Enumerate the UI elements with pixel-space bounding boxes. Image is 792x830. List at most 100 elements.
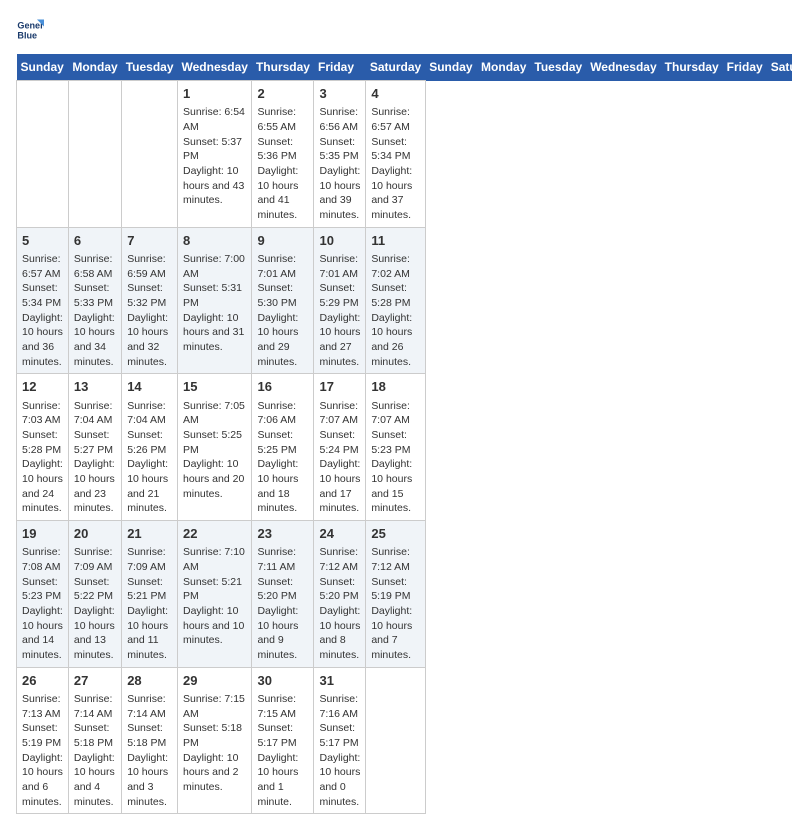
sunrise-text: Sunrise: 7:06 AM bbox=[257, 399, 308, 428]
calendar-day-header: Saturday bbox=[366, 54, 425, 81]
daylight-text: Daylight: 10 hours and 1 minute. bbox=[257, 751, 308, 810]
sunset-text: Sunset: 5:27 PM bbox=[74, 428, 116, 457]
day-number: 31 bbox=[319, 672, 360, 690]
calendar-header-row: SundayMondayTuesdayWednesdayThursdayFrid… bbox=[17, 54, 792, 81]
daylight-text: Daylight: 10 hours and 4 minutes. bbox=[74, 751, 116, 810]
calendar-day-cell: 5Sunrise: 6:57 AMSunset: 5:34 PMDaylight… bbox=[17, 227, 69, 374]
sunrise-text: Sunrise: 7:07 AM bbox=[319, 399, 360, 428]
day-number: 21 bbox=[127, 525, 172, 543]
calendar-day-header: Thursday bbox=[252, 54, 314, 81]
sunset-text: Sunset: 5:36 PM bbox=[257, 135, 308, 164]
calendar-day-header: Monday bbox=[477, 54, 530, 81]
daylight-text: Daylight: 10 hours and 20 minutes. bbox=[183, 457, 246, 501]
calendar-week-row: 26Sunrise: 7:13 AMSunset: 5:19 PMDayligh… bbox=[17, 667, 792, 814]
calendar-day-cell: 20Sunrise: 7:09 AMSunset: 5:22 PMDayligh… bbox=[68, 521, 121, 668]
daylight-text: Daylight: 10 hours and 36 minutes. bbox=[22, 311, 63, 370]
day-number: 12 bbox=[22, 378, 63, 396]
day-number: 17 bbox=[319, 378, 360, 396]
calendar-day-header: Monday bbox=[68, 54, 121, 81]
sunset-text: Sunset: 5:30 PM bbox=[257, 281, 308, 310]
sunset-text: Sunset: 5:33 PM bbox=[74, 281, 116, 310]
calendar-day-cell: 12Sunrise: 7:03 AMSunset: 5:28 PMDayligh… bbox=[17, 374, 69, 521]
daylight-text: Daylight: 10 hours and 43 minutes. bbox=[183, 164, 246, 208]
calendar-day-header: Sunday bbox=[425, 54, 477, 81]
sunset-text: Sunset: 5:18 PM bbox=[127, 721, 172, 750]
sunset-text: Sunset: 5:24 PM bbox=[319, 428, 360, 457]
daylight-text: Daylight: 10 hours and 15 minutes. bbox=[371, 457, 419, 516]
sunset-text: Sunset: 5:17 PM bbox=[319, 721, 360, 750]
calendar-day-cell: 18Sunrise: 7:07 AMSunset: 5:23 PMDayligh… bbox=[366, 374, 425, 521]
day-number: 2 bbox=[257, 85, 308, 103]
sunrise-text: Sunrise: 7:02 AM bbox=[371, 252, 419, 281]
daylight-text: Daylight: 10 hours and 26 minutes. bbox=[371, 311, 419, 370]
calendar-day-header: Tuesday bbox=[122, 54, 178, 81]
day-number: 30 bbox=[257, 672, 308, 690]
sunrise-text: Sunrise: 7:00 AM bbox=[183, 252, 246, 281]
sunset-text: Sunset: 5:34 PM bbox=[22, 281, 63, 310]
logo: General Blue bbox=[16, 16, 46, 44]
sunrise-text: Sunrise: 7:04 AM bbox=[74, 399, 116, 428]
calendar-day-cell: 19Sunrise: 7:08 AMSunset: 5:23 PMDayligh… bbox=[17, 521, 69, 668]
calendar-day-cell: 30 Sunrise: 7:15 AMSunset: 5:17 PMDayligh… bbox=[252, 667, 314, 814]
sunrise-text: Sunrise: 7:12 AM bbox=[319, 545, 360, 574]
logo-icon: General Blue bbox=[16, 16, 44, 44]
calendar-day-header: Sunday bbox=[17, 54, 69, 81]
calendar-day-cell: 24Sunrise: 7:12 AMSunset: 5:20 PMDayligh… bbox=[314, 521, 366, 668]
calendar-day-cell: 15Sunrise: 7:05 AMSunset: 5:25 PMDayligh… bbox=[178, 374, 252, 521]
sunset-text: Sunset: 5:28 PM bbox=[371, 281, 419, 310]
sunset-text: Sunset: 5:19 PM bbox=[371, 575, 419, 604]
svg-text:Blue: Blue bbox=[17, 30, 37, 40]
sunrise-text: Sunrise: 7:03 AM bbox=[22, 399, 63, 428]
calendar-day-cell: 31Sunrise: 7:16 AMSunset: 5:17 PMDayligh… bbox=[314, 667, 366, 814]
sunrise-text: Sunrise: 7:11 AM bbox=[257, 545, 308, 574]
calendar-day-cell bbox=[366, 667, 425, 814]
sunset-text: Sunset: 5:17 PM bbox=[257, 721, 308, 750]
calendar-week-row: 12Sunrise: 7:03 AMSunset: 5:28 PMDayligh… bbox=[17, 374, 792, 521]
sunset-text: Sunset: 5:34 PM bbox=[371, 135, 419, 164]
day-number: 19 bbox=[22, 525, 63, 543]
day-number: 27 bbox=[74, 672, 116, 690]
calendar-day-cell: 29Sunrise: 7:15 AMSunset: 5:18 PMDayligh… bbox=[178, 667, 252, 814]
daylight-text: Daylight: 10 hours and 14 minutes. bbox=[22, 604, 63, 663]
calendar-day-cell: 2Sunrise: 6:55 AMSunset: 5:36 PMDaylight… bbox=[252, 81, 314, 228]
sunset-text: Sunset: 5:23 PM bbox=[22, 575, 63, 604]
sunrise-text: Sunrise: 7:15 AM bbox=[183, 692, 246, 721]
sunrise-text: Sunrise: 7:01 AM bbox=[319, 252, 360, 281]
calendar-day-cell: 17Sunrise: 7:07 AMSunset: 5:24 PMDayligh… bbox=[314, 374, 366, 521]
sunrise-text: Sunrise: 6:57 AM bbox=[22, 252, 63, 281]
day-number: 23 bbox=[257, 525, 308, 543]
daylight-text: Daylight: 10 hours and 8 minutes. bbox=[319, 604, 360, 663]
daylight-text: Daylight: 10 hours and 11 minutes. bbox=[127, 604, 172, 663]
sunset-text: Sunset: 5:25 PM bbox=[183, 428, 246, 457]
calendar-day-header: Thursday bbox=[661, 54, 723, 81]
daylight-text: Daylight: 10 hours and 37 minutes. bbox=[371, 164, 419, 223]
day-number: 22 bbox=[183, 525, 246, 543]
calendar-day-header: Friday bbox=[314, 54, 366, 81]
calendar-day-header: Friday bbox=[723, 54, 767, 81]
calendar-day-cell: 9Sunrise: 7:01 AMSunset: 5:30 PMDaylight… bbox=[252, 227, 314, 374]
sunrise-text: Sunrise: 7:15 AM bbox=[257, 692, 308, 721]
calendar-day-header: Tuesday bbox=[530, 54, 586, 81]
sunrise-text: Sunrise: 7:09 AM bbox=[74, 545, 116, 574]
sunrise-text: Sunrise: 7:01 AM bbox=[257, 252, 308, 281]
sunrise-text: Sunrise: 6:58 AM bbox=[74, 252, 116, 281]
sunset-text: Sunset: 5:18 PM bbox=[74, 721, 116, 750]
day-number: 20 bbox=[74, 525, 116, 543]
calendar-day-header: Wednesday bbox=[586, 54, 660, 81]
calendar-day-cell: 4Sunrise: 6:57 AMSunset: 5:34 PMDaylight… bbox=[366, 81, 425, 228]
sunset-text: Sunset: 5:18 PM bbox=[183, 721, 246, 750]
day-number: 11 bbox=[371, 232, 419, 250]
day-number: 6 bbox=[74, 232, 116, 250]
calendar-week-row: 1Sunrise: 6:54 AMSunset: 5:37 PMDaylight… bbox=[17, 81, 792, 228]
sunset-text: Sunset: 5:23 PM bbox=[371, 428, 419, 457]
sunset-text: Sunset: 5:35 PM bbox=[319, 135, 360, 164]
daylight-text: Daylight: 10 hours and 6 minutes. bbox=[22, 751, 63, 810]
sunset-text: Sunset: 5:26 PM bbox=[127, 428, 172, 457]
day-number: 28 bbox=[127, 672, 172, 690]
sunset-text: Sunset: 5:32 PM bbox=[127, 281, 172, 310]
calendar-day-cell bbox=[122, 81, 178, 228]
sunset-text: Sunset: 5:22 PM bbox=[74, 575, 116, 604]
day-number: 26 bbox=[22, 672, 63, 690]
sunset-text: Sunset: 5:20 PM bbox=[257, 575, 308, 604]
daylight-text: Daylight: 10 hours and 3 minutes. bbox=[127, 751, 172, 810]
